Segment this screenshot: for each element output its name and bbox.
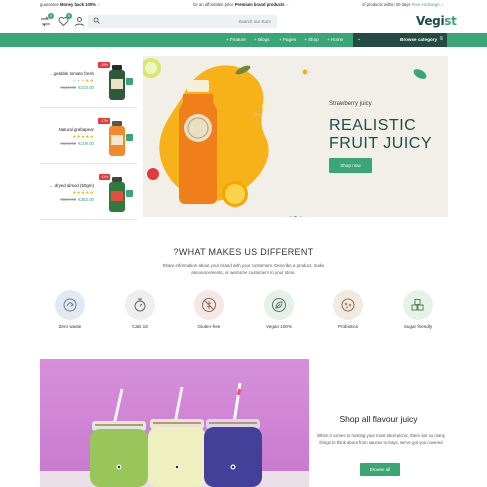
promo-description: When it comes to hosting your most ideal… [317, 433, 445, 445]
product-name[interactable]: Natural grabapear [59, 127, 94, 132]
leaf-stopwatch-icon [125, 290, 155, 320]
vegan-leaf-icon [264, 290, 294, 320]
top-info-exchange: of products within 30 days Free exchange… [362, 2, 445, 7]
site-logo[interactable]: Vegist [416, 14, 457, 28]
jars-illustration [40, 382, 309, 487]
wishlist-icon[interactable]: 0 [58, 13, 72, 27]
slider-dots [289, 206, 304, 217]
feature-vegan: Vegan 100% [249, 290, 309, 329]
section-title: ?WHAT MAKES US DIFFERENT [173, 247, 314, 257]
add-to-cart-icon[interactable] [126, 78, 133, 85]
slider-dot[interactable] [299, 216, 302, 217]
wishlist-count-badge: 0 [66, 13, 72, 19]
product-rating: ★★★★★ [72, 78, 94, 83]
feature-gluten-free: Gluten-free [179, 290, 239, 329]
nav-item-home[interactable]: + Home [327, 37, 343, 42]
search-input[interactable]: Search our store [239, 19, 271, 24]
nav-item-blogs[interactable]: + Blogs [254, 37, 269, 42]
product-price: €550.00 €383.00 [60, 197, 94, 202]
sidebar-product-card[interactable]: ...getable tomato fresh ★★★★★ €145.00 €10… [40, 58, 137, 108]
account-icon[interactable] [74, 16, 85, 27]
section-description: Share information about your brand with … [162, 263, 325, 275]
gluten-free-icon [194, 290, 224, 320]
compare-icon[interactable]: 0 [40, 13, 54, 27]
add-to-cart-icon[interactable] [126, 190, 133, 197]
sidebar-product-card[interactable]: Natural grabapear ★★★★★ €160.00 €109.00 -… [40, 114, 137, 164]
chevron-down-icon: ⌄ [357, 36, 362, 42]
hero-subtitle: Strawberry juicy [329, 101, 372, 107]
product-rating: ★★★★★ [72, 190, 94, 195]
probiotics-icon [333, 290, 363, 320]
top-info-money-back: guarantee Money back 100% ✓ [40, 2, 101, 7]
product-price: €160.00 €109.00 [60, 141, 94, 146]
sidebar-product-card[interactable]: ... dryed almod (50gm) ★★★★★ €550.00 €383… [40, 170, 137, 220]
discount-badge: -15% [98, 62, 110, 68]
sugar-cubes-icon [403, 290, 433, 320]
search-bar[interactable]: Search our store [88, 15, 277, 28]
shop-now-button[interactable]: Shop now [329, 158, 372, 173]
top-info-premium: for an affordable price Premium brand pr… [193, 2, 290, 7]
search-icon[interactable] [93, 17, 100, 26]
menu-icon: ≡ [439, 36, 443, 42]
browse-all-button[interactable]: Browse all [360, 463, 400, 476]
top-info-bar: guarantee Money back 100% ✓ for an affor… [0, 0, 487, 9]
discount-badge: -11% [98, 174, 110, 180]
main-navigation: + Feature + Blogs + Pages + Shop + Home … [0, 33, 487, 47]
product-rating: ★★★★★ [72, 134, 94, 139]
slider-dot-active[interactable] [294, 216, 297, 217]
add-to-cart-icon[interactable] [126, 134, 133, 141]
feature-zero-waste: Zero waste [40, 290, 100, 329]
hero-title: REALISTIC FRUIT JUICY [329, 117, 432, 152]
nav-item-feature[interactable]: + Feature [226, 37, 246, 42]
slider-dot[interactable] [289, 216, 292, 217]
product-name[interactable]: ...getable tomato fresh [50, 71, 94, 76]
flavour-promo: Shop all flavour juicy When it comes to … [309, 359, 448, 487]
check-icon: ✓ [285, 2, 290, 7]
check-icon: ✓ [97, 2, 101, 7]
product-price: €145.00 €103.00 [60, 85, 94, 90]
hero-slider: Strawberry juicy REALISTIC FRUIT JUICY S… [143, 56, 448, 217]
recycle-icon [55, 290, 85, 320]
nav-item-shop[interactable]: + Shop [304, 37, 319, 42]
nav-item-pages[interactable]: + Pages [279, 37, 296, 42]
compare-count-badge: 0 [48, 13, 54, 19]
product-name[interactable]: ... dryed almod (50gm) [50, 183, 94, 188]
site-header: 0 0 Search our store Vegist [0, 9, 487, 33]
feature-cals: Cals 18 [110, 290, 170, 329]
check-icon: ✓ [440, 2, 445, 7]
juice-jars-image [40, 359, 309, 487]
promo-title: Shop all flavour juicy [339, 414, 418, 424]
feature-probiotics: Probiotics [318, 290, 378, 329]
discount-badge: -17% [98, 118, 110, 124]
feature-sugar-friendly: Sugar friendly [388, 290, 448, 329]
browse-category-button[interactable]: ⌄ Browse category ≡ [353, 33, 447, 47]
